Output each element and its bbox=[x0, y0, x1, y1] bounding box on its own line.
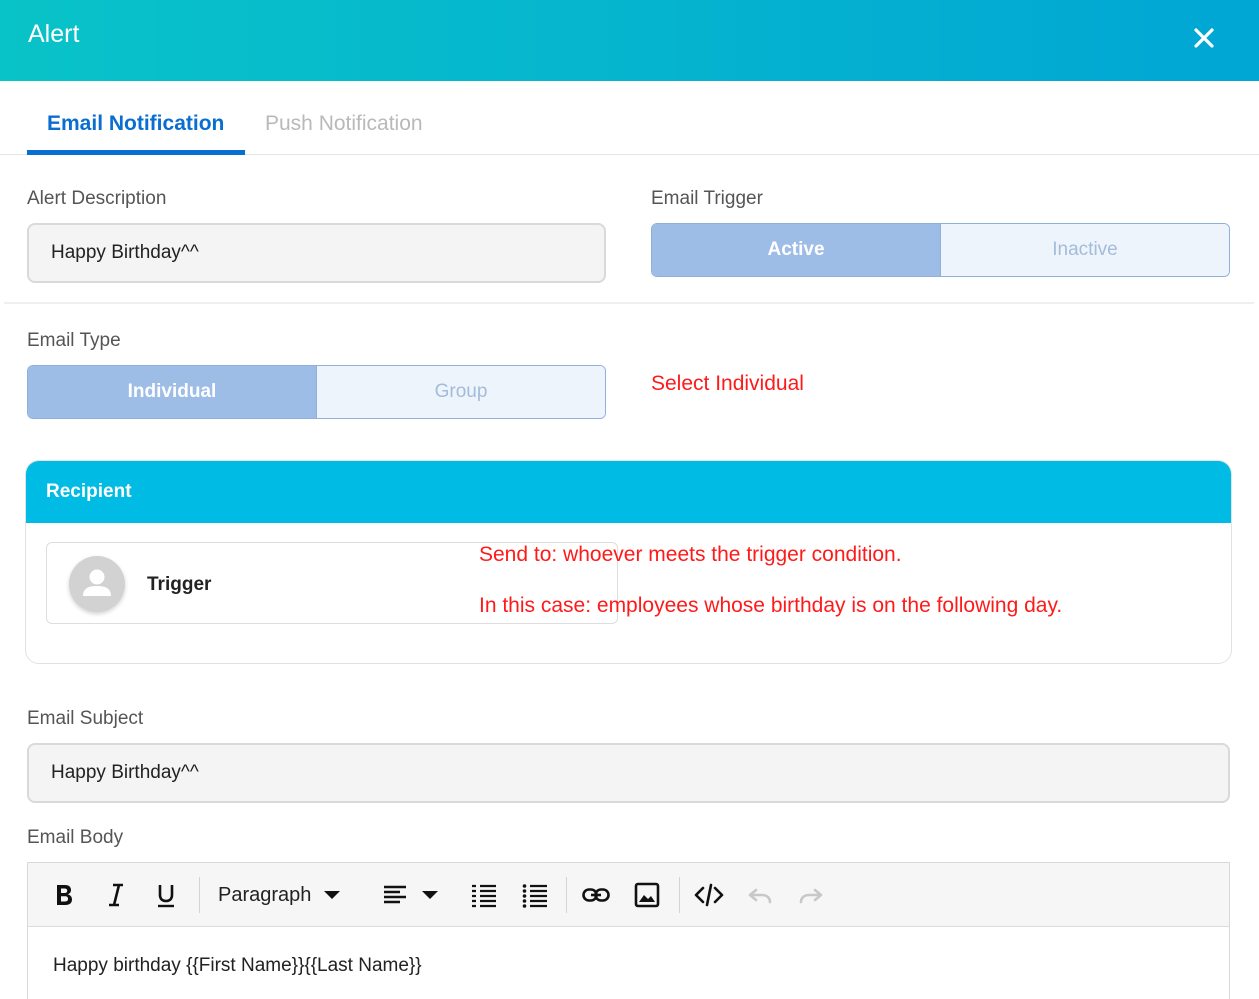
underline-icon[interactable] bbox=[154, 881, 178, 909]
annotation-send-to: Send to: whoever meets the trigger condi… bbox=[479, 543, 902, 566]
email-trigger-label: Email Trigger bbox=[651, 188, 763, 209]
alert-description-input[interactable]: Happy Birthday^^ bbox=[27, 223, 606, 283]
active-tab-indicator bbox=[27, 150, 245, 155]
email-body-editor: Paragraph Happy birthday {{First Name}}{… bbox=[27, 862, 1230, 999]
toolbar-separator bbox=[199, 877, 200, 913]
redo-icon[interactable] bbox=[797, 881, 825, 909]
close-icon[interactable] bbox=[1190, 24, 1218, 52]
chevron-down-icon bbox=[422, 891, 438, 899]
numbered-list-icon[interactable] bbox=[470, 881, 498, 909]
block-format-dropdown[interactable]: Paragraph bbox=[218, 881, 343, 909]
link-icon[interactable] bbox=[581, 881, 611, 909]
annotation-in-this-case: In this case: employees whose birthday i… bbox=[479, 594, 1063, 617]
trigger-active-option[interactable]: Active bbox=[652, 224, 940, 276]
trigger-label: Trigger bbox=[147, 574, 212, 595]
section-divider bbox=[4, 302, 1254, 304]
email-subject-label: Email Subject bbox=[27, 708, 144, 729]
block-format-value: Paragraph bbox=[218, 883, 312, 906]
modal-header: Alert bbox=[0, 0, 1259, 81]
type-individual-option[interactable]: Individual bbox=[28, 366, 316, 418]
trigger-inactive-option[interactable]: Inactive bbox=[940, 224, 1229, 276]
bullet-list-icon[interactable] bbox=[521, 881, 549, 909]
alert-description-label: Alert Description bbox=[27, 188, 167, 209]
toolbar-separator bbox=[566, 877, 567, 913]
email-body-content[interactable]: Happy birthday {{First Name}}{{Last Name… bbox=[53, 955, 422, 977]
editor-toolbar: Paragraph bbox=[28, 863, 1229, 927]
align-dropdown[interactable] bbox=[381, 881, 441, 909]
recipient-title: Recipient bbox=[46, 481, 132, 502]
image-icon[interactable] bbox=[633, 881, 661, 909]
email-type-label: Email Type bbox=[27, 330, 121, 351]
italic-icon[interactable] bbox=[104, 881, 128, 909]
recipient-header: Recipient bbox=[26, 461, 1231, 523]
tab-email-notification[interactable]: Email Notification bbox=[47, 112, 224, 136]
email-subject-input[interactable]: Happy Birthday^^ bbox=[27, 743, 1230, 803]
type-group-option[interactable]: Group bbox=[316, 366, 605, 418]
tab-bar: Email Notification Push Notification bbox=[0, 81, 1259, 155]
code-icon[interactable] bbox=[694, 881, 724, 909]
bold-icon[interactable] bbox=[52, 881, 76, 909]
email-subject-value: Happy Birthday^^ bbox=[51, 762, 199, 783]
toolbar-separator bbox=[679, 877, 680, 913]
align-left-icon bbox=[384, 885, 406, 904]
annotation-select-individual: Select Individual bbox=[651, 372, 804, 395]
avatar bbox=[69, 556, 125, 612]
email-body-label: Email Body bbox=[27, 827, 124, 848]
chevron-down-icon bbox=[324, 891, 341, 899]
email-type-toggle: Individual Group bbox=[27, 365, 606, 419]
alert-description-value: Happy Birthday^^ bbox=[51, 242, 199, 263]
email-trigger-toggle: Active Inactive bbox=[651, 223, 1230, 277]
undo-icon[interactable] bbox=[746, 881, 774, 909]
modal-title: Alert bbox=[28, 20, 80, 48]
tab-push-notification[interactable]: Push Notification bbox=[265, 112, 423, 136]
user-avatar-icon bbox=[83, 569, 111, 596]
